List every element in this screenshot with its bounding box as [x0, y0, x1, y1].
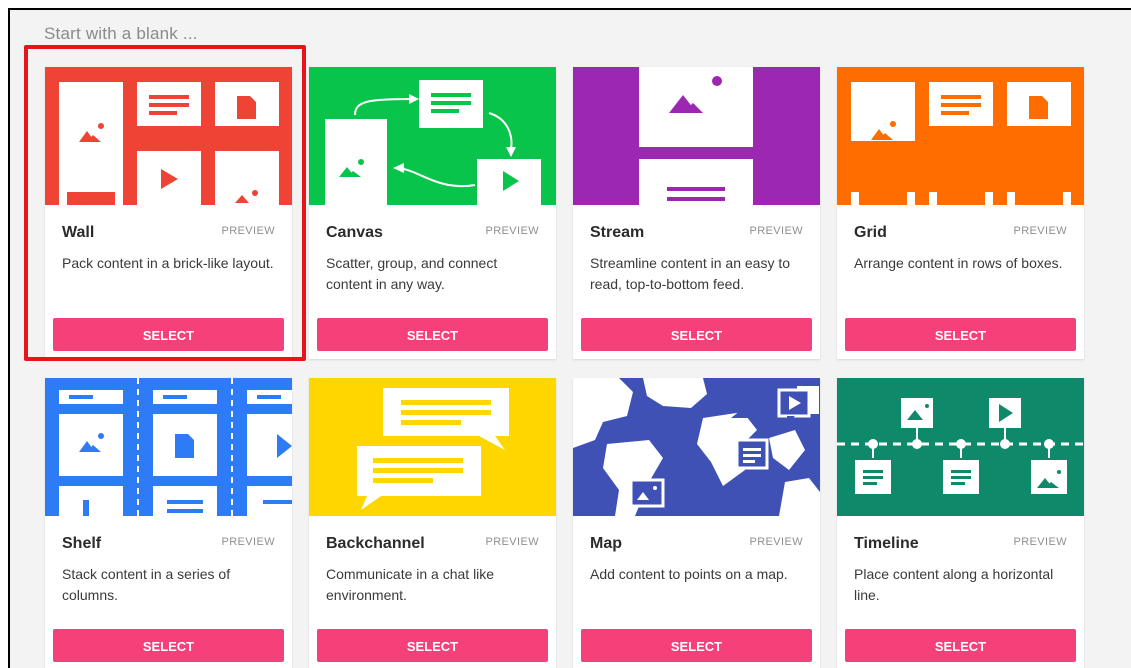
layout-description: Scatter, group, and connect content in a…	[326, 255, 498, 292]
preview-link[interactable]: PREVIEW	[749, 225, 803, 237]
layout-description: Arrange content in rows of boxes.	[854, 255, 1063, 271]
select-button[interactable]: SELECT	[845, 629, 1076, 662]
preview-link[interactable]: PREVIEW	[485, 536, 539, 548]
section-heading: Start with a blank ...	[44, 24, 198, 43]
grid-thumbnail	[837, 67, 1084, 205]
layout-card-canvas[interactable]: Canvas PREVIEW Scatter, group, and conne…	[309, 67, 556, 359]
layout-picker-panel: Start with a blank ... Wall PREVIEW Pack…	[8, 8, 1131, 668]
select-button[interactable]: SELECT	[581, 318, 812, 351]
layout-card-shelf[interactable]: Shelf PREVIEW Stack content in a series …	[45, 378, 292, 668]
select-button[interactable]: SELECT	[53, 629, 284, 662]
layout-card-grid[interactable]: Grid PREVIEW Arrange content in rows of …	[837, 67, 1084, 359]
layout-title: Canvas	[326, 224, 383, 241]
layout-title: Backchannel	[326, 535, 425, 552]
preview-link[interactable]: PREVIEW	[485, 225, 539, 237]
map-thumbnail	[573, 378, 820, 516]
layout-title: Shelf	[62, 535, 102, 552]
layout-description: Stack content in a series of columns.	[62, 566, 231, 603]
timeline-thumbnail	[837, 378, 1084, 516]
layout-title: Stream	[590, 224, 645, 241]
canvas-thumbnail	[309, 67, 556, 205]
preview-link[interactable]: PREVIEW	[1013, 225, 1067, 237]
preview-link[interactable]: PREVIEW	[1013, 536, 1067, 548]
preview-link[interactable]: PREVIEW	[749, 536, 803, 548]
backchannel-thumbnail	[309, 378, 556, 516]
select-button[interactable]: SELECT	[317, 318, 548, 351]
layout-description: Streamline content in an easy to read, t…	[590, 255, 791, 292]
layout-description: Place content along a horizontal line.	[854, 566, 1054, 603]
select-button[interactable]: SELECT	[845, 318, 1076, 351]
layout-card-timeline[interactable]: Timeline PREVIEW Place content along a h…	[837, 378, 1084, 668]
layout-description: Add content to points on a map.	[590, 566, 788, 582]
select-button[interactable]: SELECT	[317, 629, 548, 662]
shelf-thumbnail	[45, 378, 292, 516]
layout-card-backchannel[interactable]: Backchannel PREVIEW Communicate in a cha…	[309, 378, 556, 668]
layout-description: Communicate in a chat like environment.	[326, 566, 495, 603]
layout-title: Timeline	[854, 535, 919, 552]
layout-title: Grid	[854, 224, 887, 241]
preview-link[interactable]: PREVIEW	[221, 536, 275, 548]
select-button[interactable]: SELECT	[581, 629, 812, 662]
layout-title: Map	[590, 535, 622, 552]
selected-card-highlight	[24, 45, 306, 361]
layout-card-stream[interactable]: Stream PREVIEW Streamline content in an …	[573, 67, 820, 359]
stream-thumbnail	[573, 67, 820, 205]
layout-card-map[interactable]: Map PREVIEW Add content to points on a m…	[573, 378, 820, 668]
